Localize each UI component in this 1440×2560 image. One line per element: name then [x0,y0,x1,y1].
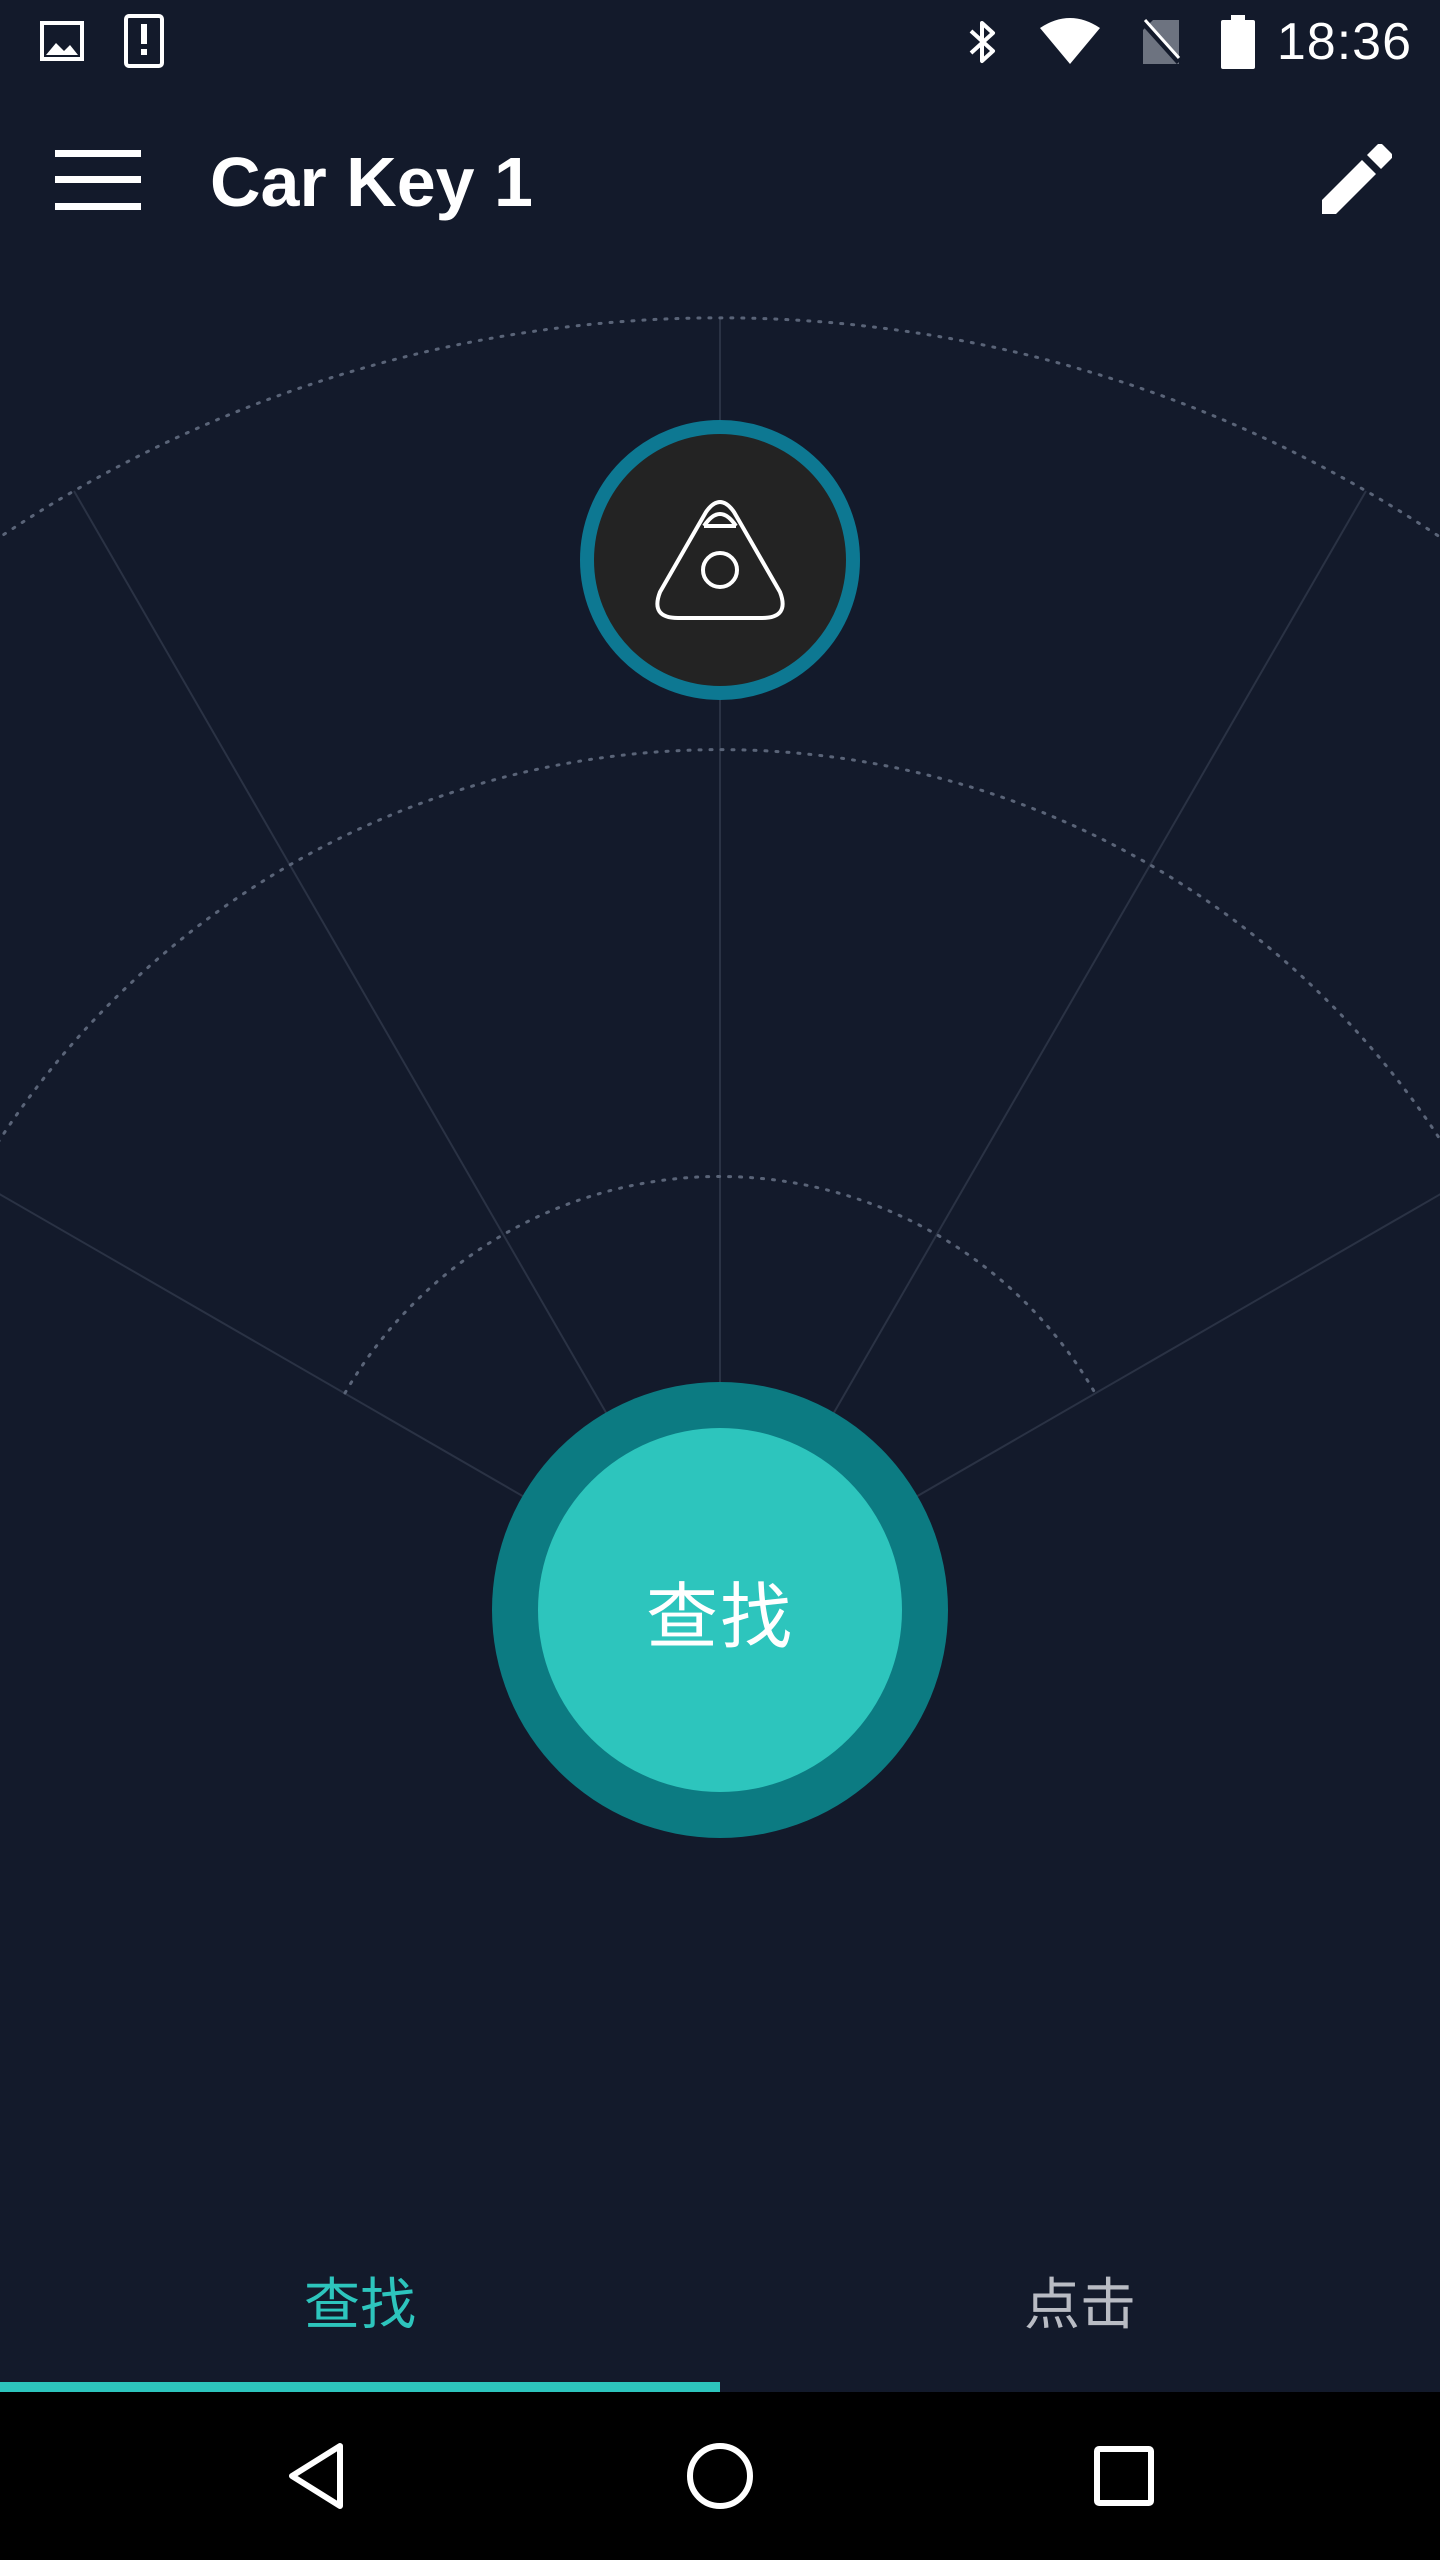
status-bar: 18:36 [0,0,1440,84]
selected-tab-indicator [0,2382,720,2392]
tab-find[interactable]: 查找 [0,2210,720,2390]
image-notification-icon [40,21,84,61]
radar-background [0,316,1440,1611]
page-title: Car Key 1 [210,143,533,221]
wifi-icon [1039,18,1100,64]
find-button-inner: 查找 [538,1428,902,1792]
find-button[interactable]: 查找 [492,1382,948,1838]
status-bar-notifications [40,14,204,68]
find-button-label: 查找 [645,1574,794,1659]
status-time: 18:36 [1276,13,1412,71]
bottom-tab-bar: 查找 点击 [0,2210,1440,2390]
device-tag-badge[interactable] [580,420,860,700]
bluetooth-icon [969,21,995,63]
back-icon [289,2443,343,2509]
pencil-icon [1322,144,1392,214]
home-button[interactable] [640,2416,800,2536]
no-sim-icon [1140,18,1181,65]
edit-button[interactable] [1282,124,1430,236]
hamburger-menu-icon [55,150,141,210]
navigation-bar [0,2392,1440,2560]
home-icon [687,2443,753,2509]
tab-click[interactable]: 点击 [720,2210,1440,2390]
status-bar-system: 18:36 [967,10,1412,74]
recent-apps-icon [1094,2446,1154,2506]
alert-notification-icon [124,14,164,68]
triangle-tag-icon [655,500,785,620]
menu-button[interactable] [24,124,172,236]
recent-apps-button[interactable] [1044,2416,1204,2536]
battery-icon [1220,15,1255,69]
app-bar: Car Key 1 [0,84,1440,280]
back-button[interactable] [236,2416,396,2536]
